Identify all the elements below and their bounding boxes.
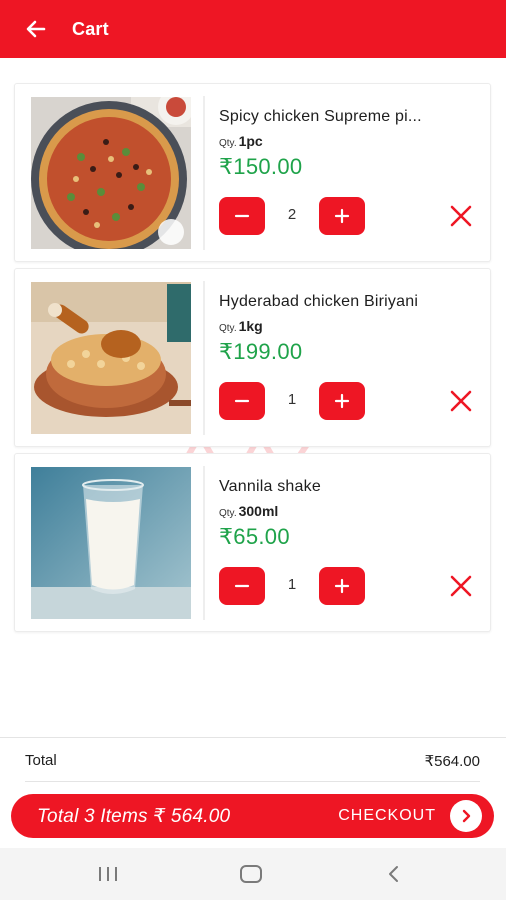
plus-icon	[334, 578, 350, 594]
cart-item-card: Spicy chicken Supreme pi... Qty. 1pc ₹15…	[14, 83, 491, 262]
cart-item-card: Vannila shake Qty. 300ml ₹65.00 1	[14, 453, 491, 632]
decrease-quantity-button[interactable]	[219, 197, 265, 235]
item-price: ₹150.00	[219, 154, 303, 179]
close-icon	[450, 390, 472, 412]
increase-quantity-button[interactable]	[319, 382, 365, 420]
divider	[0, 737, 506, 738]
close-icon	[450, 205, 472, 227]
page-title: Cart	[72, 18, 109, 39]
arrow-left-icon	[26, 20, 46, 38]
item-price: ₹65.00	[219, 524, 290, 549]
qty-label: Qty.	[219, 508, 237, 519]
home-button[interactable]	[231, 860, 271, 888]
item-name: Spicy chicken Supreme pi...	[219, 108, 422, 125]
decrease-quantity-button[interactable]	[219, 382, 265, 420]
qty-value: 1pc	[238, 133, 263, 149]
total-value: ₹564.00	[424, 753, 480, 770]
divider	[203, 466, 205, 620]
back-chevron-icon	[389, 866, 398, 882]
total-label: Total	[25, 752, 57, 769]
recents-button[interactable]	[88, 860, 128, 888]
qty-label: Qty.	[219, 323, 237, 334]
qty-value: 300ml	[238, 503, 279, 519]
decrease-quantity-button[interactable]	[219, 567, 265, 605]
back-button[interactable]	[16, 9, 56, 49]
minus-icon	[234, 214, 250, 218]
remove-item-button[interactable]	[445, 200, 477, 232]
item-name: Hyderabad chicken Biriyani	[219, 293, 419, 310]
close-icon	[450, 575, 472, 597]
app-bar: Cart	[0, 0, 506, 58]
cart-item-card: Hyderabad chicken Biriyani Qty. 1kg ₹199…	[14, 268, 491, 447]
divider	[203, 96, 205, 250]
qty-label: Qty.	[219, 138, 237, 149]
biriyani-image	[31, 282, 191, 434]
remove-item-button[interactable]	[445, 385, 477, 417]
item-name: Vannila shake	[219, 478, 321, 495]
checkout-summary: Total 3 Items ₹ 564.00	[37, 805, 231, 827]
home-icon	[240, 865, 262, 883]
plus-icon	[334, 393, 350, 409]
item-quantity: Qty. 300ml	[219, 503, 278, 519]
item-quantity: Qty. 1kg	[219, 318, 263, 334]
pizza-image	[31, 97, 191, 249]
remove-item-button[interactable]	[445, 570, 477, 602]
item-count: 1	[287, 576, 297, 593]
checkout-label: CHECKOUT	[338, 807, 436, 824]
divider	[25, 781, 480, 782]
minus-icon	[234, 399, 250, 403]
increase-quantity-button[interactable]	[319, 197, 365, 235]
qty-value: 1kg	[238, 318, 263, 334]
increase-quantity-button[interactable]	[319, 567, 365, 605]
divider	[203, 281, 205, 435]
minus-icon	[234, 584, 250, 588]
plus-icon	[334, 208, 350, 224]
item-price: ₹199.00	[219, 339, 303, 364]
item-quantity: Qty. 1pc	[219, 133, 263, 149]
item-count: 1	[287, 391, 297, 408]
checkout-button[interactable]: Total 3 Items ₹ 564.00 CHECKOUT	[11, 794, 494, 838]
system-navigation-bar	[0, 848, 506, 900]
recents-icon	[99, 867, 117, 881]
chevron-right-icon	[450, 800, 482, 832]
item-count: 2	[287, 206, 297, 223]
system-back-button[interactable]	[374, 860, 414, 888]
milkshake-image	[31, 467, 191, 619]
